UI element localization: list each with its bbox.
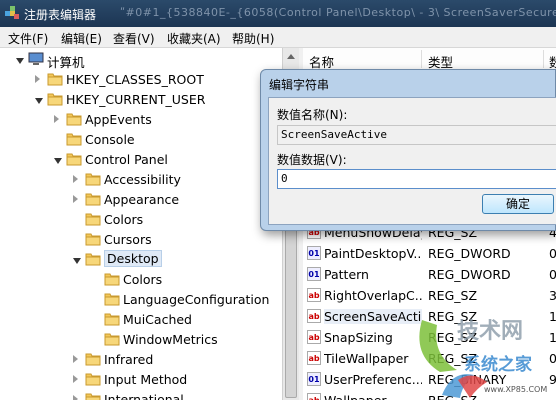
registry-tree[interactable]: 计算机 HKEY_CLASSES_ROOT HKEY_CURRENT_USER Ap… — [0, 48, 282, 400]
ok-button[interactable]: 确定 — [482, 194, 554, 214]
collapse-arrow-icon[interactable] — [73, 375, 78, 383]
menu-help[interactable]: 帮助(H) — [232, 30, 274, 47]
expand-arrow-icon[interactable] — [73, 258, 81, 264]
tree-item-label: AppEvents — [85, 112, 152, 127]
value-name: ScreenSaveActi... — [324, 309, 422, 324]
value-name-label: 数值名称(N): — [277, 108, 348, 122]
value-name: TileWallpaper — [324, 351, 409, 366]
tree-item-label: International — [104, 392, 184, 400]
folder-icon — [85, 233, 101, 246]
tree-item-label: Colors — [123, 272, 163, 287]
collapse-arrow-icon[interactable] — [73, 395, 78, 400]
tree-item-label: MuiCached — [123, 312, 192, 327]
string-value-icon: ab — [307, 309, 321, 323]
computer-icon — [28, 52, 44, 65]
tree-item-label: Accessibility — [104, 172, 181, 187]
folder-icon — [85, 373, 101, 386]
folder-icon — [104, 293, 120, 306]
tree-item-label: Appearance — [104, 192, 180, 207]
value-name: SnapSizing — [324, 330, 393, 345]
string-value-icon: ab — [307, 330, 321, 344]
tree-item-label: Infrared — [104, 352, 154, 367]
regedit-icon — [5, 6, 19, 19]
value-name: UserPreferenc... — [324, 372, 422, 387]
folder-icon — [66, 113, 82, 126]
expand-arrow-icon[interactable] — [16, 58, 24, 64]
folder-icon — [85, 173, 101, 186]
dialog-title: 编辑字符串 — [269, 78, 330, 92]
binary-value-icon: 01 — [307, 267, 321, 281]
collapse-arrow-icon[interactable] — [73, 175, 78, 183]
value-name: Wallpaper — [324, 393, 422, 400]
collapse-arrow-icon[interactable] — [35, 75, 40, 83]
value-name: PaintDesktopV... — [324, 246, 422, 261]
value-data: 0 — [549, 246, 556, 261]
folder-icon — [85, 193, 101, 206]
value-data: 0 — [549, 267, 556, 282]
collapse-arrow-icon[interactable] — [54, 115, 59, 123]
folder-icon — [47, 93, 63, 106]
dialog-body: 数值名称(N): ScreenSaveActive 数值数据(V): 0 确定 — [268, 97, 556, 225]
list-header: 名称 类型 数 — [303, 48, 556, 70]
tree-item-label: Desktop — [104, 250, 162, 267]
value-row[interactable]: 01 Pattern REG_DWORD 0 — [303, 264, 556, 285]
tree-item-label: Colors — [104, 212, 144, 227]
value-data-input[interactable]: 0 — [277, 169, 556, 189]
value-data-text: 0 — [281, 172, 288, 185]
folder-icon — [66, 153, 82, 166]
title-bar: 注册表编辑器 ʺ#0#1_{538840E-_{6058(Control Pan… — [0, 0, 556, 27]
folder-icon — [85, 353, 101, 366]
watermark-logo: 技术网 系统之家 www.XP85.COM — [419, 319, 547, 398]
menu-edit[interactable]: 编辑(E) — [61, 30, 102, 47]
tree-item-label: WindowMetrics — [123, 332, 218, 347]
watermark-url: www.XP85.COM — [484, 385, 547, 394]
folder-icon — [104, 273, 120, 286]
folder-icon — [104, 333, 120, 346]
tree-item-label: HKEY_CLASSES_ROOT — [66, 72, 204, 87]
window-title: 注册表编辑器 — [24, 8, 97, 22]
value-name-field[interactable]: ScreenSaveActive — [277, 125, 556, 145]
string-value-icon: ab — [307, 393, 321, 400]
folder-icon — [47, 73, 63, 86]
value-name: RightOverlapC... — [324, 288, 422, 303]
menu-bar: 文件(F) 编辑(E) 查看(V) 收藏夹(A) 帮助(H) — [0, 27, 556, 48]
expand-arrow-icon[interactable] — [35, 98, 43, 104]
string-value-icon: ab — [307, 351, 321, 365]
tree-item-label: Input Method — [104, 372, 188, 387]
folder-icon — [85, 253, 101, 266]
value-type: REG_DWORD — [428, 246, 511, 261]
edit-string-dialog: 编辑字符串 数值名称(N): ScreenSaveActive 数值数据(V):… — [260, 69, 556, 231]
menu-file[interactable]: 文件(F) — [8, 30, 48, 47]
value-data-label: 数值数据(V): — [277, 153, 347, 167]
menu-favorites[interactable]: 收藏夹(A) — [167, 30, 221, 47]
value-type: REG_DWORD — [428, 267, 511, 282]
binary-value-icon: 01 — [307, 372, 321, 386]
tree-item-label: 计算机 — [47, 55, 85, 70]
value-row[interactable]: 01 PaintDesktopV... REG_DWORD 0 — [303, 243, 556, 264]
folder-icon — [66, 133, 82, 146]
watermark-text-2: 系统之家 — [464, 354, 532, 375]
value-name: Pattern — [324, 267, 369, 282]
scroll-up-icon[interactable] — [287, 54, 295, 59]
tree-item-label: Console — [85, 132, 135, 147]
folder-icon — [104, 313, 120, 326]
tree-item-label: LanguageConfiguration — [123, 292, 270, 307]
tree-item-label: Cursors — [104, 232, 152, 247]
value-name-text: ScreenSaveActive — [281, 128, 387, 141]
watermark-text-1: 技术网 — [457, 319, 523, 344]
binary-value-icon: 01 — [307, 246, 321, 260]
menu-view[interactable]: 查看(V) — [113, 30, 155, 47]
window-title-path: ʺ#0#1_{538840E-_{6058(Control Panel\Desk… — [120, 6, 556, 19]
folder-icon — [85, 213, 101, 226]
string-value-icon: ab — [307, 288, 321, 302]
collapse-arrow-icon[interactable] — [73, 355, 78, 363]
tree-item-label: Control Panel — [85, 152, 168, 167]
expand-arrow-icon[interactable] — [54, 158, 62, 164]
folder-icon — [85, 393, 101, 400]
tree-item-label: HKEY_CURRENT_USER — [66, 92, 206, 107]
collapse-arrow-icon[interactable] — [73, 195, 78, 203]
